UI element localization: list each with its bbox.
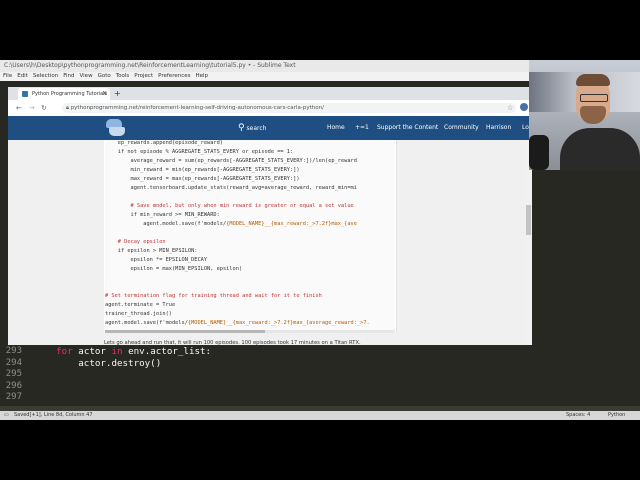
code-token: ep_rewards.append(episode_reward) — [105, 140, 223, 146]
webcam-person-shirt — [560, 128, 640, 170]
bookmark-star-icon[interactable]: ☆ — [507, 103, 513, 113]
site-search[interactable]: ⚲ search — [238, 120, 318, 136]
webcam-person-glasses — [580, 94, 608, 102]
code-token: min_reward = min(ep_rewards[-AGGREGATE_S… — [105, 167, 300, 173]
menu-selection[interactable]: Selection — [33, 73, 58, 79]
code-line: average_reward = sum(ep_rewards[-AGGREGA… — [105, 158, 357, 165]
code-token: agent.terminate = True — [105, 302, 176, 308]
code-line: min_reward = min(ep_rewards[-AGGREGATE_S… — [105, 167, 300, 174]
nav-support[interactable]: Support the Content — [377, 124, 438, 132]
code-token: if not episode % AGGREGATE_STATS_EVERY o… — [105, 149, 294, 155]
code-token: agent.model.save(f'models/ — [105, 320, 188, 326]
code-token: epsilon = max(MIN_EPSILON, epsilon) — [105, 266, 243, 272]
menu-preferences[interactable]: Preferences — [158, 73, 190, 79]
menu-help[interactable]: Help — [195, 73, 208, 79]
search-label: search — [246, 125, 267, 132]
menu-goto[interactable]: Goto — [98, 73, 111, 79]
status-bar: ▭ Saved[+1], Line 8d, Column 47 Spaces: … — [0, 411, 640, 420]
code-line: # Decay epsilon — [105, 239, 166, 246]
code-line: agent.terminate = True — [105, 302, 175, 309]
code-line: if epsilon > MIN_EPSILON: — [105, 248, 198, 255]
code-line: if min_reward >= MIN_REWARD: — [105, 212, 220, 219]
code-hscroll-thumb[interactable] — [105, 330, 265, 333]
menu-find[interactable]: Find — [63, 73, 74, 79]
nav-login[interactable]: Lo — [522, 124, 529, 132]
code-line: agent.tensorboard.update_stats(reward_av… — [105, 185, 357, 192]
code-line: epsilon = max(MIN_EPSILON, epsilon) — [105, 266, 243, 273]
back-icon[interactable]: ← — [16, 103, 22, 113]
code-block: ep_rewards.append(episode_reward) if not… — [105, 140, 395, 330]
editor-token: actor — [72, 346, 112, 357]
browser-tab[interactable]: Python Programming Tutorials × — [18, 88, 110, 100]
status-syntax[interactable]: Python — [608, 411, 625, 420]
tab-title: Python Programming Tutorials — [32, 91, 108, 97]
code-line: agent.model.save(f'models/{MODEL_NAME}__… — [105, 320, 370, 327]
code-token: if min_reward >= MIN_REWARD: — [105, 212, 220, 218]
webcam-person-hair — [576, 74, 610, 86]
nav-home[interactable]: Home — [327, 124, 345, 132]
editor-line[interactable]: for actor in env.actor_list: — [34, 346, 211, 358]
editor-token: in — [111, 346, 123, 357]
code-line: # Set termination flag for training thre… — [105, 293, 322, 300]
code-line: ep_rewards.append(episode_reward) — [105, 140, 223, 147]
code-token: # Decay epsilon — [105, 239, 166, 245]
code-token: # Save model, but only when min reward i… — [105, 203, 354, 209]
editor-token — [34, 346, 56, 357]
code-token: max_reward = max(ep_rewards[-AGGREGATE_S… — [105, 176, 300, 182]
menu-edit[interactable]: Edit — [17, 73, 28, 79]
page-scroll-thumb[interactable] — [526, 205, 531, 235]
code-token: if epsilon > MIN_EPSILON: — [105, 248, 198, 254]
code-line: if not episode % AGGREGATE_STATS_EVERY o… — [105, 149, 293, 156]
code-token: agent.model.save(f'models/ — [105, 221, 227, 227]
url-text: pythonprogramming.net/reinforcement-lear… — [70, 105, 324, 111]
code-token: {MODEL_NAME}__{max_reward:_>7.2f}max_{av… — [187, 320, 370, 326]
search-icon: ⚲ — [238, 123, 245, 133]
python-favicon-icon — [22, 91, 28, 97]
code-token: trainer_thread.join() — [105, 311, 172, 317]
url-field[interactable]: 🔒︎ pythonprogramming.net/reinforcement-l… — [62, 103, 516, 113]
editor-line[interactable]: actor.destroy() — [34, 358, 161, 370]
menu-project[interactable]: Project — [134, 73, 153, 79]
python-logo-icon[interactable] — [104, 118, 126, 138]
microphone-icon — [529, 135, 549, 170]
code-token: {MODEL_NAME}__{max_reward:_>7.2f}max_{av… — [226, 221, 357, 227]
editor-token: for — [56, 346, 73, 357]
forward-icon[interactable]: → — [29, 103, 35, 113]
page-scrollbar[interactable] — [525, 140, 532, 345]
tab-close-icon[interactable]: × — [102, 88, 107, 100]
nav-harrison[interactable]: Harrison — [486, 124, 511, 132]
nav-plus-equals-one[interactable]: +=1 — [355, 124, 369, 132]
code-line: trainer_thread.join() — [105, 311, 172, 318]
menu-file[interactable]: File — [3, 73, 12, 79]
sublime-title: C:\Users\h\Desktop\pythonprogramming.net… — [4, 62, 296, 69]
code-token: average_reward = sum(ep_rewards[-AGGREGA… — [105, 158, 357, 164]
code-token: epsilon *= EPSILON_DECAY — [105, 257, 208, 263]
status-spaces[interactable]: Spaces: 4 — [566, 411, 590, 420]
code-line: agent.model.save(f'models/{MODEL_NAME}__… — [105, 221, 357, 228]
code-token: agent.tensorboard.update_stats(reward_av… — [105, 185, 357, 191]
editor-code-area[interactable]: for actor in env.actor_list: actor.destr… — [0, 345, 640, 405]
status-icon: ▭ — [4, 412, 9, 418]
new-tab-icon[interactable]: + — [114, 88, 121, 99]
nav-community[interactable]: Community — [444, 124, 479, 132]
code-line: epsilon *= EPSILON_DECAY — [105, 257, 208, 264]
code-token: # Set termination flag for training thre… — [105, 293, 322, 299]
code-line: # Save model, but only when min reward i… — [105, 203, 354, 210]
status-position: Saved[+1], Line 8d, Column 47 — [14, 412, 93, 418]
menu-tools[interactable]: Tools — [116, 73, 130, 79]
code-line: max_reward = max(ep_rewards[-AGGREGATE_S… — [105, 176, 300, 183]
editor-token: actor.destroy() — [34, 357, 162, 369]
reload-icon[interactable]: ↻ — [41, 103, 47, 113]
profile-avatar[interactable] — [520, 103, 528, 111]
lock-icon: 🔒︎ — [66, 105, 69, 111]
menu-view[interactable]: View — [80, 73, 93, 79]
editor-token: env.actor_list: — [122, 346, 212, 357]
